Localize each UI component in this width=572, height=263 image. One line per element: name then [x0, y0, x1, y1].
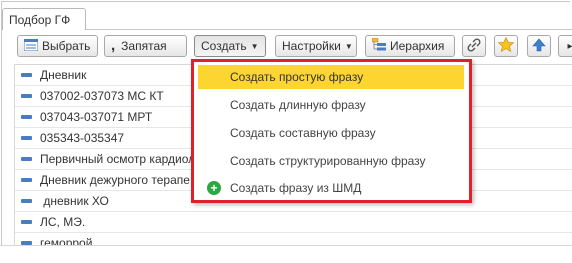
list-item-text: 035343-035347	[40, 131, 125, 145]
plus-circle-icon: +	[207, 181, 221, 195]
menu-item-label: Создать составную фразу	[230, 126, 376, 140]
move-up-button[interactable]	[527, 35, 551, 57]
arrow-up-icon	[532, 38, 546, 55]
settings-dropdown-button[interactable]: Настройки ▼	[275, 35, 357, 57]
menu-item-create-compound-phrase[interactable]: Создать составную фразу	[198, 121, 464, 145]
list-item-text: геморрой	[40, 236, 93, 245]
list-item-icon	[21, 220, 32, 224]
select-button-label: Выбрать	[42, 39, 91, 53]
list-item-icon	[21, 115, 32, 119]
list-item-text: 037043-037071 МРТ	[40, 110, 153, 124]
chevron-down-icon: ▼	[250, 41, 259, 51]
settings-button-label: Настройки	[282, 39, 341, 53]
toolbar: Выбрать , Запятая Создать ▼ Настройки ▼	[0, 35, 572, 59]
link-button[interactable]	[462, 35, 486, 57]
list-item-text: Дневник дежурного терапе	[40, 173, 190, 187]
tab-label: Подбор ГФ	[9, 13, 71, 27]
select-button[interactable]: Выбрать	[17, 35, 98, 57]
hierarchy-icon	[371, 37, 386, 54]
list-item-text: Первичный осмотр кардиол	[40, 152, 196, 166]
link-icon	[466, 37, 482, 55]
menu-item-create-long-phrase[interactable]: Создать длинную фразу	[198, 93, 464, 117]
phrase-selection-window: Подбор ГФ Выбрать , Запятая Создать ▼ На	[0, 0, 572, 263]
list-item-icon	[21, 178, 32, 182]
menu-item-label: Создать простую фразу	[230, 70, 364, 84]
list-item-icon	[21, 136, 32, 140]
menu-item-label: Создать длинную фразу	[230, 98, 366, 112]
menu-item-create-structured-phrase[interactable]: Создать структурированную фразу	[198, 149, 464, 173]
list-item-text: дневник ХО	[40, 194, 109, 208]
tab-phrase-selection[interactable]: Подбор ГФ	[2, 8, 86, 30]
list-item-text: ЛС, МЭ.	[40, 215, 86, 229]
more-button[interactable]: ▸	[558, 35, 572, 57]
chevron-down-icon: ▼	[344, 41, 353, 51]
list-item-text: Дневник	[40, 68, 87, 82]
menu-item-create-simple-phrase[interactable]: Создать простую фразу	[198, 65, 464, 89]
list-item-icon	[21, 199, 32, 203]
comma-button-label: Запятая	[121, 39, 167, 53]
list-item-icon	[21, 94, 32, 98]
list-select-icon	[23, 38, 39, 54]
star-icon	[497, 36, 515, 55]
bottom-divider	[0, 245, 572, 246]
create-dropdown-button[interactable]: Создать ▼	[194, 35, 266, 57]
create-button-label: Создать	[201, 39, 247, 53]
list-item-icon	[21, 73, 32, 77]
more-icon: ▸	[567, 40, 572, 52]
tab-divider	[86, 29, 572, 30]
comma-button[interactable]: , Запятая	[104, 35, 187, 57]
hierarchy-button-label: Иерархия	[390, 39, 445, 53]
list-item[interactable]: ЛС, МЭ.	[15, 212, 572, 233]
favorite-button[interactable]	[494, 35, 518, 57]
menu-item-label: Создать фразу из ШМД	[230, 181, 362, 195]
menu-item-label: Создать структурированную фразу	[230, 154, 426, 168]
list-item-text: 037002-037073 МС КТ	[40, 89, 164, 103]
comma-icon: ,	[111, 37, 116, 54]
menu-item-create-phrase-from-template[interactable]: + Создать фразу из ШМД	[198, 176, 464, 200]
create-dropdown-menu: Создать простую фразу Создать длинную фр…	[191, 59, 472, 203]
list-item-icon	[21, 157, 32, 161]
hierarchy-button[interactable]: Иерархия	[365, 35, 455, 57]
list-item[interactable]: геморрой	[15, 233, 572, 245]
